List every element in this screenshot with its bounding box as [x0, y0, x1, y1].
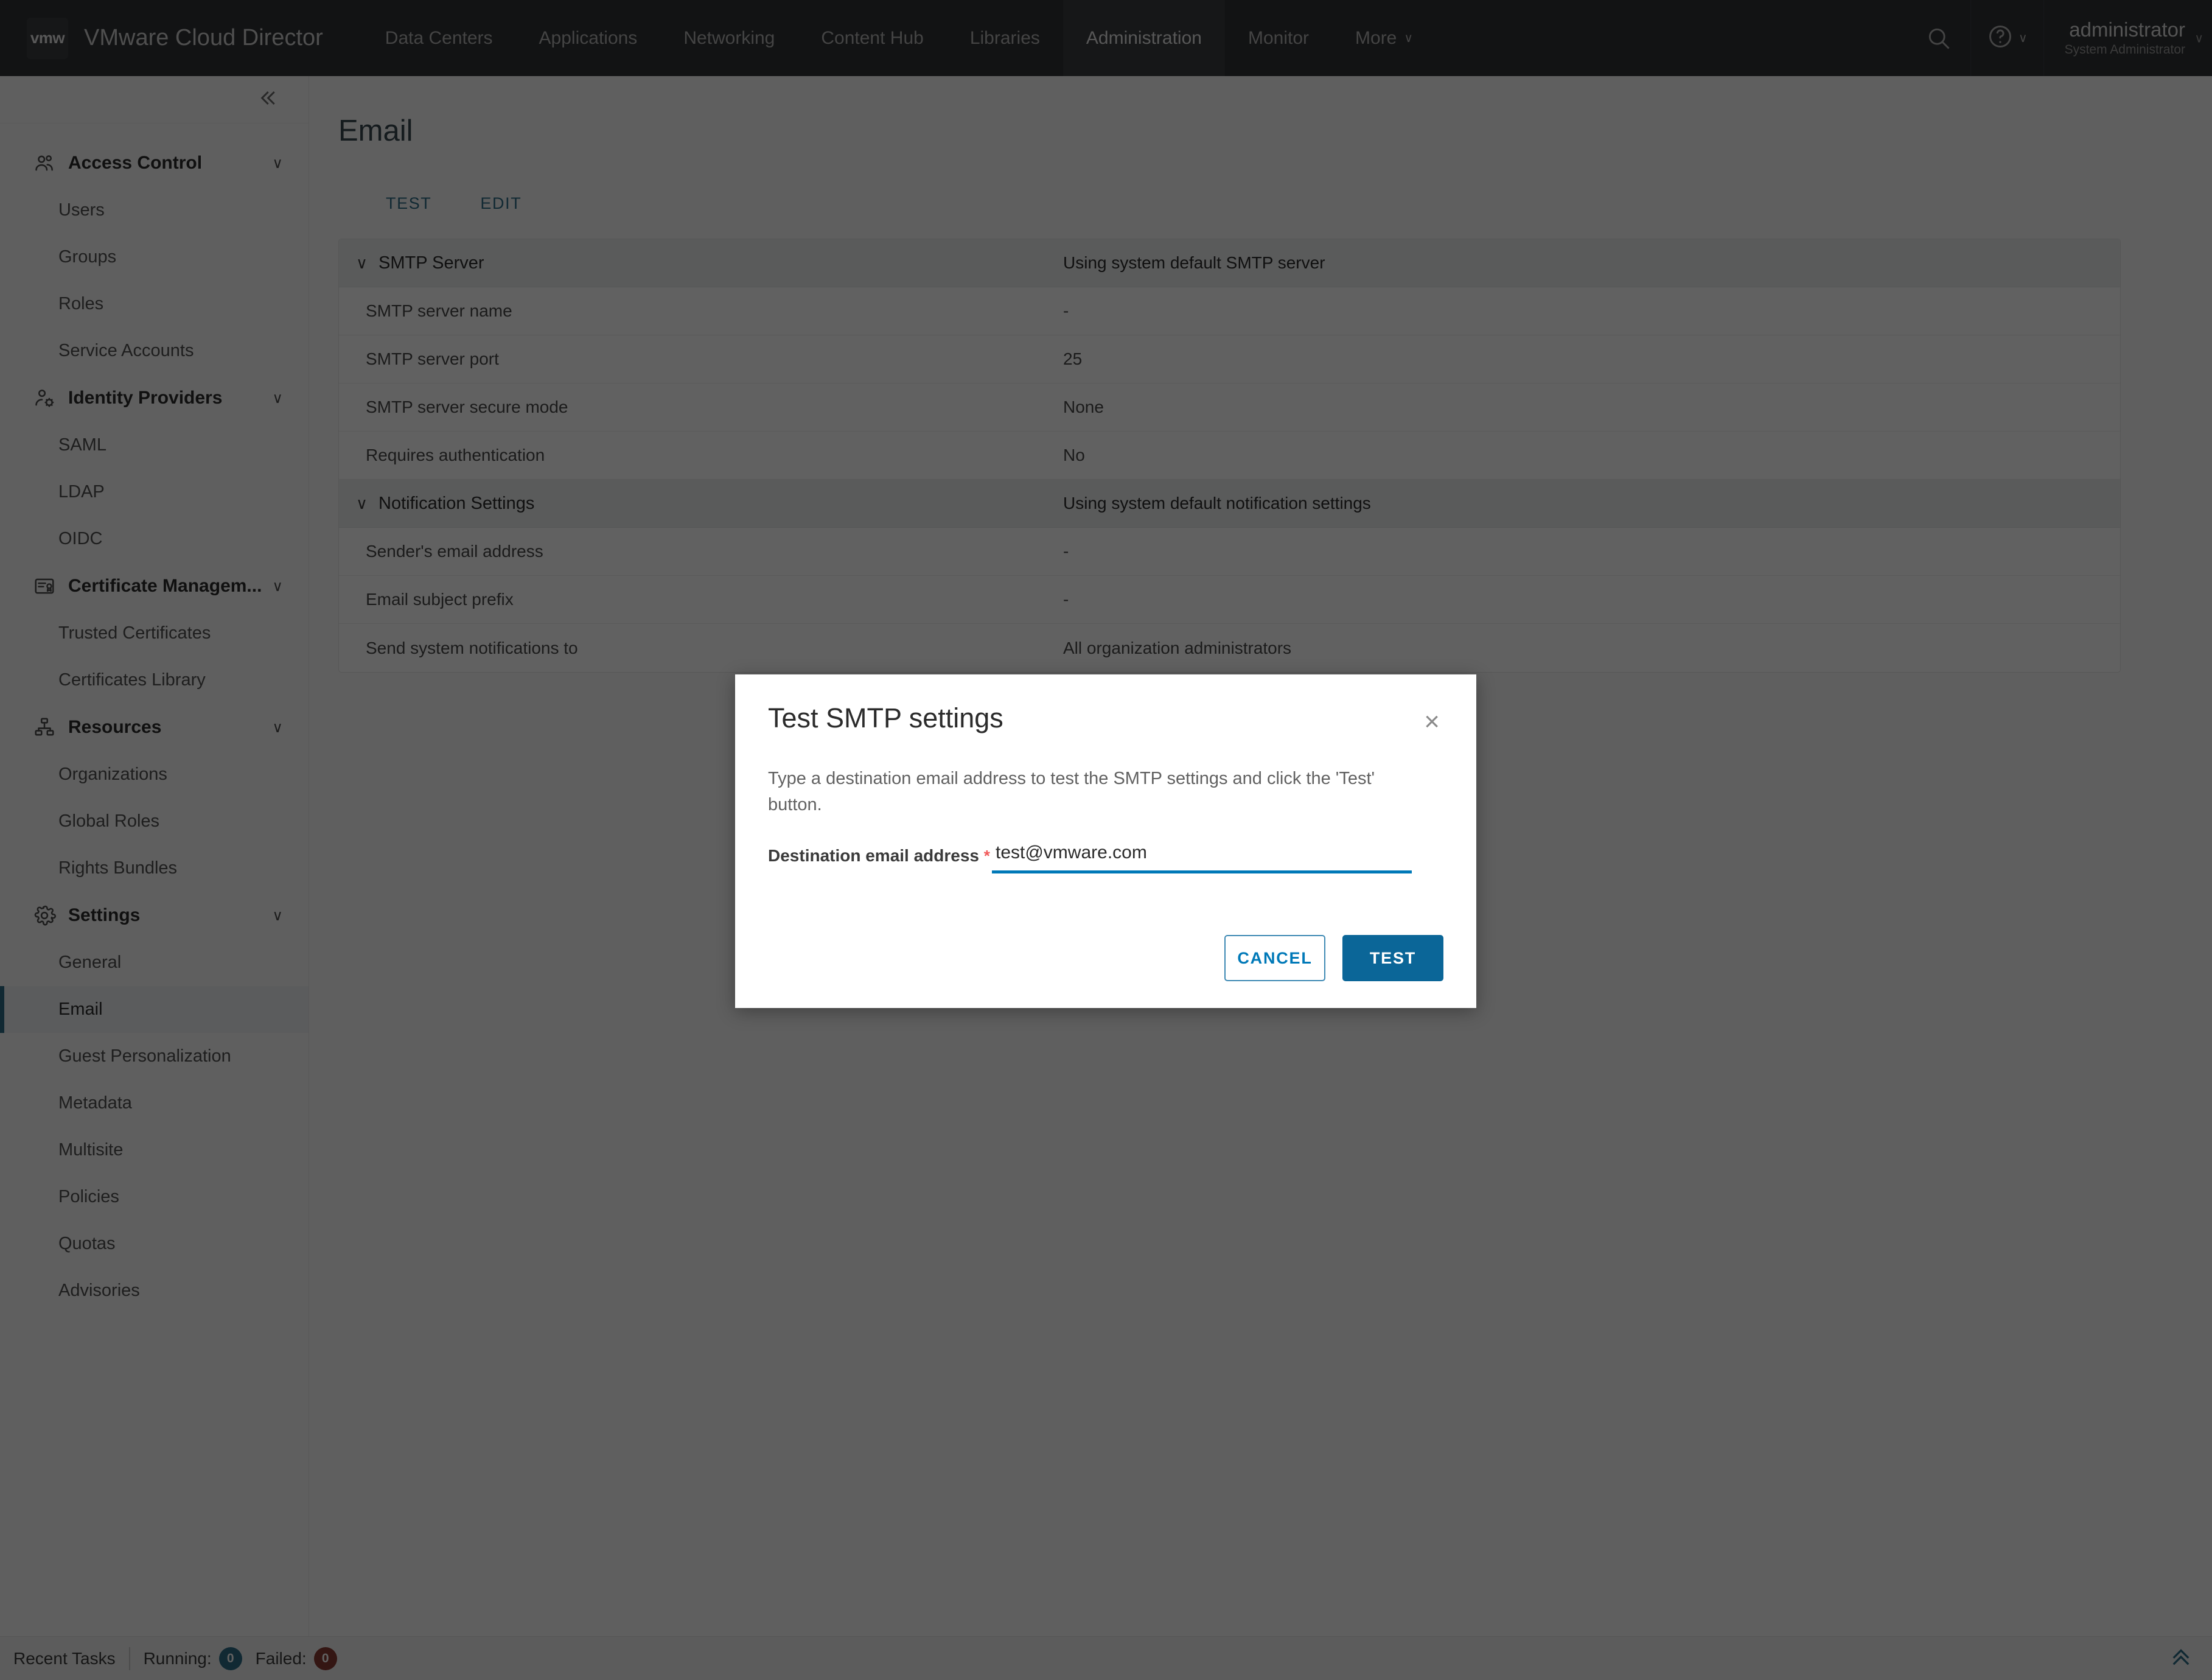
dialog-title: Test SMTP settings: [768, 702, 1003, 733]
destination-email-input-wrap: [992, 839, 1412, 873]
test-button[interactable]: TEST: [1342, 935, 1443, 981]
destination-email-input[interactable]: [992, 839, 1412, 873]
test-smtp-dialog: Test SMTP settings × Type a destination …: [735, 674, 1476, 1008]
close-icon[interactable]: ×: [1420, 705, 1443, 739]
destination-email-label-text: Destination email address: [768, 845, 980, 865]
cancel-button[interactable]: CANCEL: [1224, 935, 1325, 981]
required-marker: *: [983, 846, 990, 865]
dialog-header: Test SMTP settings ×: [768, 674, 1443, 739]
destination-email-label: Destination email address *: [768, 840, 992, 868]
dialog-footer: CANCEL TEST: [768, 935, 1443, 1008]
dialog-description: Type a destination email address to test…: [768, 769, 1375, 814]
destination-email-field-row: Destination email address *: [768, 839, 1443, 873]
